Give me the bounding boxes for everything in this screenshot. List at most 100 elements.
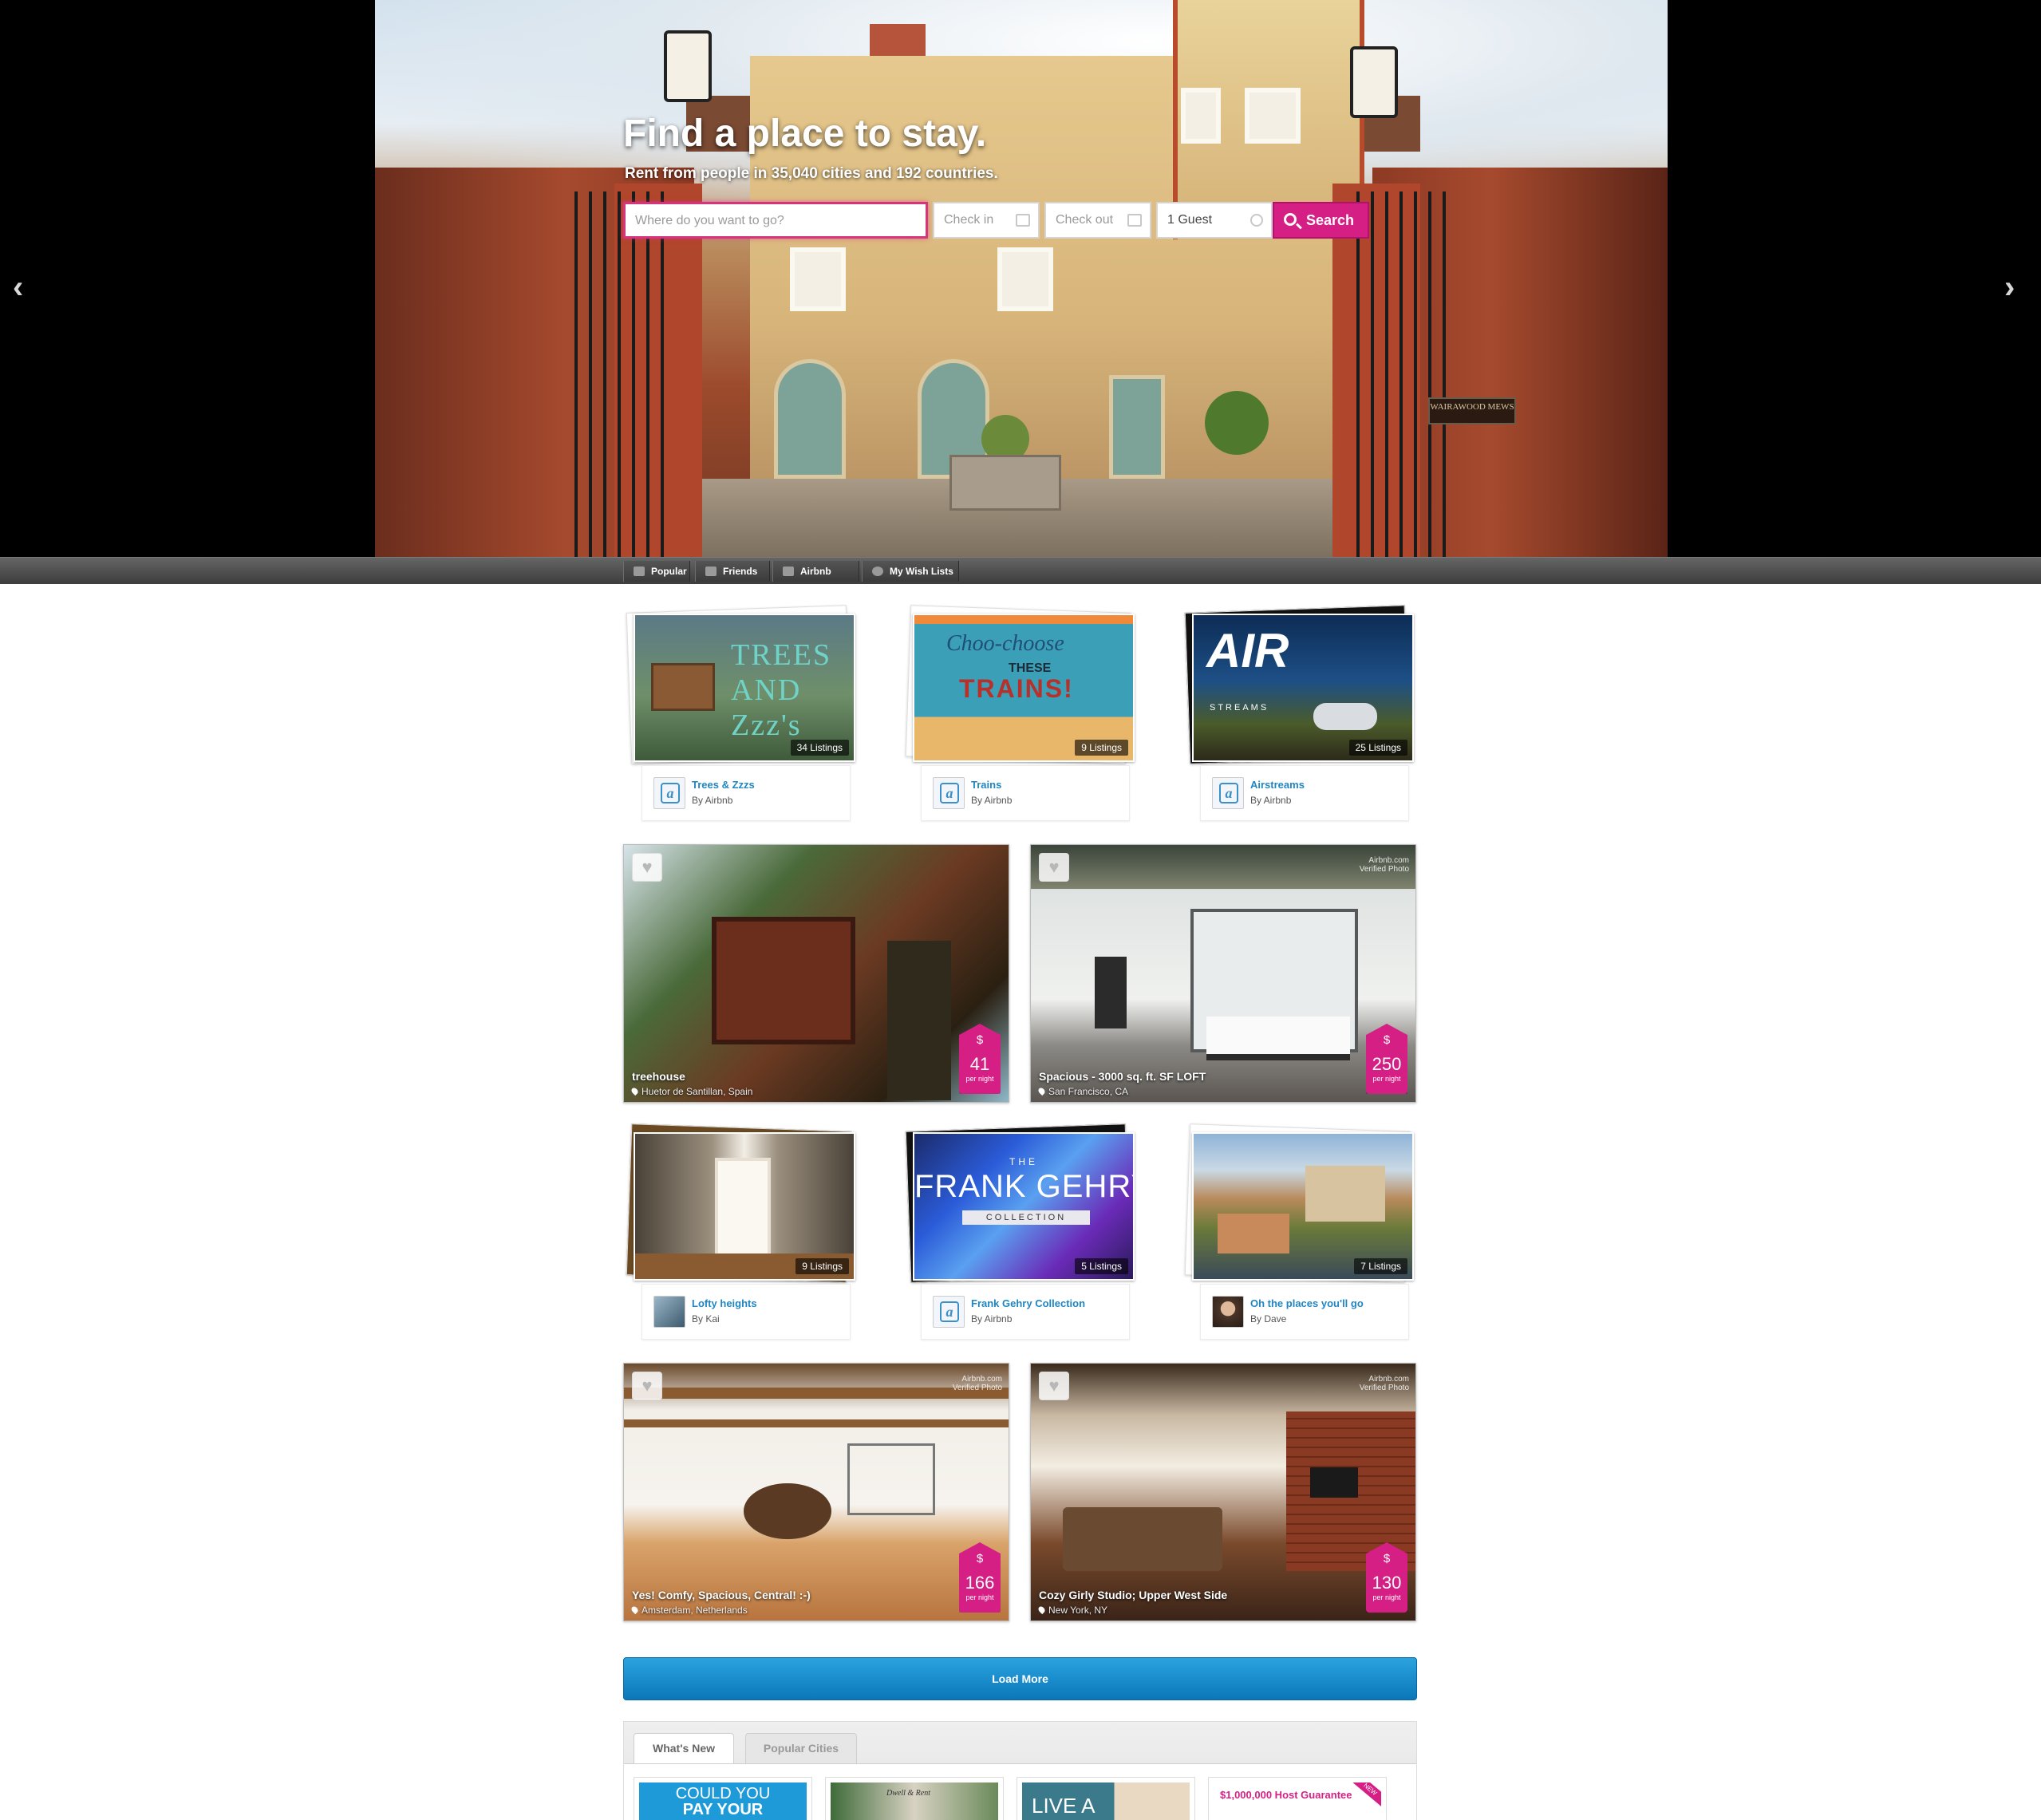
collection-title[interactable]: Oh the places you'll go <box>1250 1297 1364 1309</box>
new-badge: NEW <box>1349 1782 1381 1809</box>
house-name-plaque: WAIRAWOOD MEWS <box>1428 397 1516 424</box>
currency-symbol: $ <box>1383 1033 1391 1047</box>
verified-text: Verified Photo <box>1359 865 1409 874</box>
listing-card[interactable]: ♥ treehouse Huetor de Santillan, Spain $… <box>623 844 1009 1103</box>
collection-art-text: Choo-choose <box>946 631 1064 656</box>
collection-card[interactable]: Choo-choose THESE TRAINS! 9 Listings a T… <box>905 605 1135 823</box>
verified-text: Airbnb.com <box>1368 1375 1409 1384</box>
listing-card[interactable]: ♥ Airbnb.com Verified Photo Yes! Comfy, S… <box>623 1363 1009 1621</box>
collection-title[interactable]: Airstreams <box>1250 779 1305 791</box>
search-button[interactable]: Search <box>1273 202 1369 239</box>
listing-card[interactable]: ♥ Airbnb.com Verified Photo Spacious - 30… <box>1030 844 1416 1103</box>
heart-icon <box>872 567 883 576</box>
collection-info: Lofty heights By Kai <box>642 1284 851 1340</box>
collection-card[interactable]: THE FRANK GEHRY COLLECTION 5 Listings a … <box>905 1123 1135 1341</box>
check-out-field[interactable]: Check out <box>1044 202 1151 239</box>
listing-title[interactable]: treehouse <box>632 1070 685 1083</box>
promo-card[interactable]: $1,000,000 Host Guarantee NEW <box>1208 1777 1387 1820</box>
listing-location: New York, NY <box>1036 1605 1108 1616</box>
location-text: Amsterdam, Netherlands <box>642 1605 748 1616</box>
collection-card[interactable]: AIR STREAMS 25 Listings a Airstreams By … <box>1184 605 1414 823</box>
tab-friends[interactable]: Friends <box>695 561 770 582</box>
tab-popular[interactable]: Popular <box>623 561 690 582</box>
tab-popular-cities[interactable]: Popular Cities <box>745 1733 857 1763</box>
tab-my-wish-lists[interactable]: My Wish Lists <box>862 561 959 582</box>
hero-title: Find a place to stay. <box>623 113 987 155</box>
price-amount: 166 <box>965 1573 995 1593</box>
listing-title[interactable]: Spacious - 3000 sq. ft. SF LOFT <box>1039 1070 1206 1083</box>
collection-card[interactable]: TREES AND Zzz's 34 Listings a Trees & Zz… <box>626 605 855 823</box>
promo-card[interactable]: COULD YOU PAY YOUR <box>634 1777 812 1820</box>
promo-text: LIVE A <box>1032 1794 1096 1818</box>
guests-select[interactable]: 1 Guest <box>1156 202 1273 239</box>
info-tabs-panel: What's New Popular Cities COULD YOU PAY … <box>623 1721 1417 1820</box>
collection-title[interactable]: Trains <box>971 779 1001 791</box>
price-tag: $ 166 per night <box>959 1542 1001 1613</box>
load-more-button[interactable]: Load More <box>623 1657 1417 1700</box>
collection-photo[interactable]: 9 Listings <box>634 1132 855 1281</box>
listing-count: 25 Listings <box>1348 740 1407 756</box>
wishlist-heart-icon[interactable]: ♥ <box>632 1372 662 1400</box>
listing-title[interactable]: Cozy Girly Studio; Upper West Side <box>1039 1589 1227 1601</box>
tab-airbnb-picks[interactable]: Airbnb Picks <box>772 561 859 598</box>
collection-photo[interactable]: 7 Listings <box>1192 1132 1414 1281</box>
whats-new-content: COULD YOU PAY YOUR Dwell & Rent LIVE A $… <box>624 1763 1416 1820</box>
listing-count: 5 Listings <box>1075 1258 1128 1274</box>
collection-info: a Trains By Airbnb <box>921 765 1130 821</box>
collection-photo[interactable]: AIR STREAMS 25 Listings <box>1192 614 1414 762</box>
collection-photo[interactable]: THE FRANK GEHRY COLLECTION 5 Listings <box>913 1132 1135 1281</box>
user-avatar <box>1212 1296 1244 1328</box>
tab-label: Friends <box>723 566 758 577</box>
calendar-icon <box>1016 214 1030 227</box>
wishlist-heart-icon[interactable]: ♥ <box>1039 853 1069 882</box>
collection-title[interactable]: Lofty heights <box>692 1297 757 1309</box>
tab-whats-new[interactable]: What's New <box>634 1733 734 1763</box>
collection-card[interactable]: 9 Listings Lofty heights By Kai <box>626 1123 855 1341</box>
listing-card[interactable]: ♥ Airbnb.com Verified Photo Cozy Girly St… <box>1030 1363 1416 1621</box>
price-tag: $ 41 per night <box>959 1024 1001 1094</box>
collection-photo[interactable]: TREES AND Zzz's 34 Listings <box>634 614 855 762</box>
price-unit: per night <box>965 1075 994 1083</box>
collection-title[interactable]: Trees & Zzzs <box>692 779 755 791</box>
collection-card[interactable]: 7 Listings Oh the places you'll go By Da… <box>1184 1123 1414 1341</box>
promo-text: Dwell & Rent <box>886 1789 930 1798</box>
promo-text: COULD YOU <box>675 1785 771 1802</box>
listing-location: Amsterdam, Netherlands <box>630 1605 748 1616</box>
tab-label: Airbnb Picks <box>800 566 831 598</box>
price-unit: per night <box>1372 1593 1401 1601</box>
collection-author: By Airbnb <box>971 1313 1013 1325</box>
collection-art-text: THE <box>1009 1156 1038 1167</box>
promo-text: PAY YOUR <box>682 1801 764 1818</box>
listing-location: San Francisco, CA <box>1036 1086 1128 1097</box>
collection-title[interactable]: Frank Gehry Collection <box>971 1297 1085 1309</box>
collection-author: By Airbnb <box>1250 795 1292 806</box>
next-slide-arrow[interactable]: › <box>2004 270 2015 306</box>
location-pin-icon <box>1036 1086 1047 1096</box>
listing-count: 34 Listings <box>790 740 849 756</box>
promo-card[interactable]: LIVE A <box>1017 1777 1195 1820</box>
check-in-field[interactable]: Check in <box>933 202 1040 239</box>
hero-subtitle: Rent from people in 35,040 cities and 19… <box>625 165 998 182</box>
collection-info: a Frank Gehry Collection By Airbnb <box>921 1284 1130 1340</box>
people-icon <box>705 567 717 576</box>
verified-photo-badge: Airbnb.com Verified Photo <box>953 1375 1002 1392</box>
airbnb-avatar-icon: a <box>1212 777 1244 809</box>
collection-art-text: TRAINS! <box>959 674 1074 703</box>
destination-input[interactable]: Where do you want to go? <box>623 202 928 239</box>
collection-photo[interactable]: Choo-choose THESE TRAINS! 9 Listings <box>913 614 1135 762</box>
prev-slide-arrow[interactable]: ‹ <box>13 270 23 306</box>
check-out-label: Check out <box>1056 213 1114 227</box>
collection-art-text: AIR <box>1206 624 1289 677</box>
promo-card[interactable]: Dwell & Rent <box>825 1777 1004 1820</box>
location-text: New York, NY <box>1048 1605 1108 1616</box>
price-amount: 130 <box>1372 1573 1402 1593</box>
price-unit: per night <box>965 1593 994 1601</box>
collection-art-text: TREES AND Zzz's <box>731 638 832 742</box>
wishlist-heart-icon[interactable]: ♥ <box>632 853 662 882</box>
listing-count: 9 Listings <box>1075 740 1128 756</box>
collection-info: Oh the places you'll go By Dave <box>1200 1284 1409 1340</box>
collection-author: By Airbnb <box>971 795 1013 806</box>
airbnb-icon <box>783 567 794 576</box>
wishlist-heart-icon[interactable]: ♥ <box>1039 1372 1069 1400</box>
listing-title[interactable]: Yes! Comfy, Spacious, Central! :-) <box>632 1589 811 1601</box>
